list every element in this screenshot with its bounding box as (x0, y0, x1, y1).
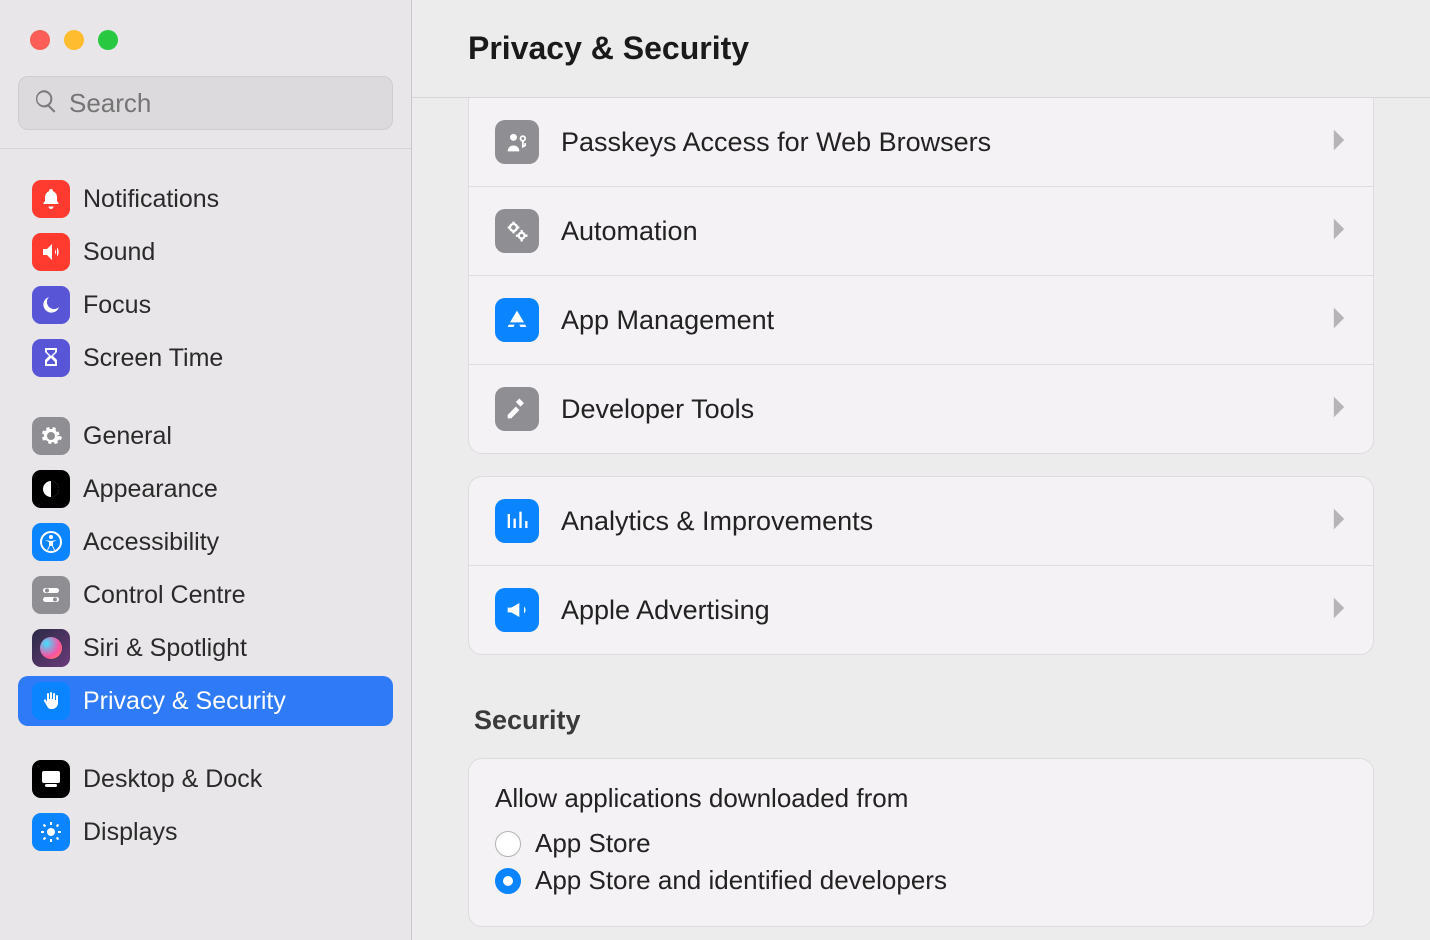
sidebar-item-label: Siri & Spotlight (83, 634, 247, 663)
sidebar-item-sound[interactable]: Sound (18, 227, 393, 277)
chart-icon (495, 499, 539, 543)
megaphone-icon (495, 588, 539, 632)
privacy-group-2: Analytics & Improvements Apple Advertisi… (468, 476, 1374, 655)
row-label: Passkeys Access for Web Browsers (561, 127, 1331, 158)
gears-icon (495, 209, 539, 253)
hand-icon (32, 682, 70, 720)
allow-from-block: Allow applications downloaded from App S… (469, 759, 1373, 926)
sidebar-item-label: Appearance (83, 475, 218, 504)
security-heading: Security (474, 705, 1374, 736)
dock-icon (32, 760, 70, 798)
chevron-right-icon (1331, 305, 1347, 336)
accessibility-icon (32, 523, 70, 561)
row-advertising[interactable]: Apple Advertising (469, 566, 1373, 654)
sidebar-nav: Notifications Sound Focus Screen Time (0, 149, 411, 940)
row-analytics[interactable]: Analytics & Improvements (469, 477, 1373, 566)
sidebar-item-privacy[interactable]: Privacy & Security (18, 676, 393, 726)
row-devtools[interactable]: Developer Tools (469, 365, 1373, 453)
security-allow-card: Allow applications downloaded from App S… (468, 758, 1374, 927)
sidebar-group-2: General Appearance Accessibility Control… (18, 411, 393, 726)
sidebar-item-label: Focus (83, 291, 151, 320)
radio-appstore[interactable]: App Store (495, 828, 1347, 859)
sidebar-item-label: Notifications (83, 185, 219, 214)
radio-appstore-identified[interactable]: App Store and identified developers (495, 865, 1347, 896)
moon-icon (32, 286, 70, 324)
chevron-right-icon (1331, 216, 1347, 247)
page-title: Privacy & Security (468, 30, 749, 67)
radio-label: App Store and identified developers (535, 865, 947, 896)
sidebar-item-general[interactable]: General (18, 411, 393, 461)
row-label: Developer Tools (561, 394, 1331, 425)
sidebar-item-accessibility[interactable]: Accessibility (18, 517, 393, 567)
radio-icon (495, 831, 521, 857)
minimize-button[interactable] (64, 30, 84, 50)
sidebar-item-desktop[interactable]: Desktop & Dock (18, 754, 393, 804)
close-button[interactable] (30, 30, 50, 50)
sidebar-item-label: General (83, 422, 172, 451)
sidebar-item-siri[interactable]: Siri & Spotlight (18, 623, 393, 673)
passkeys-icon (495, 120, 539, 164)
sidebar-group-3: Desktop & Dock Displays (18, 754, 393, 857)
search-icon (33, 88, 59, 119)
appstore-icon (495, 298, 539, 342)
gear-icon (32, 417, 70, 455)
sidebar-item-notifications[interactable]: Notifications (18, 174, 393, 224)
sidebar-item-appearance[interactable]: Appearance (18, 464, 393, 514)
speaker-icon (32, 233, 70, 271)
sidebar-item-label: Sound (83, 238, 155, 267)
chevron-right-icon (1331, 394, 1347, 425)
row-label: Analytics & Improvements (561, 506, 1331, 537)
sidebar-item-label: Accessibility (83, 528, 219, 557)
privacy-group-1: Passkeys Access for Web Browsers Automat… (468, 98, 1374, 454)
search-input[interactable] (69, 88, 378, 119)
row-passkeys[interactable]: Passkeys Access for Web Browsers (469, 98, 1373, 187)
sidebar-item-label: Privacy & Security (83, 687, 286, 716)
chevron-right-icon (1331, 127, 1347, 158)
chevron-right-icon (1331, 506, 1347, 537)
radio-icon (495, 868, 521, 894)
appearance-icon (32, 470, 70, 508)
content-scroll[interactable]: Passkeys Access for Web Browsers Automat… (412, 98, 1430, 940)
row-label: App Management (561, 305, 1331, 336)
bell-icon (32, 180, 70, 218)
row-label: Apple Advertising (561, 595, 1331, 626)
hammer-icon (495, 387, 539, 431)
sidebar-item-controlcentre[interactable]: Control Centre (18, 570, 393, 620)
search-wrap (0, 76, 411, 148)
window-controls (0, 0, 411, 76)
radio-label: App Store (535, 828, 651, 859)
sidebar-item-label: Control Centre (83, 581, 246, 610)
siri-icon (32, 629, 70, 667)
sidebar-item-label: Desktop & Dock (83, 765, 262, 794)
maximize-button[interactable] (98, 30, 118, 50)
hourglass-icon (32, 339, 70, 377)
sidebar-item-focus[interactable]: Focus (18, 280, 393, 330)
row-automation[interactable]: Automation (469, 187, 1373, 276)
search-box[interactable] (18, 76, 393, 130)
sidebar-item-label: Displays (83, 818, 177, 847)
sidebar: Notifications Sound Focus Screen Time (0, 0, 412, 940)
titlebar: Privacy & Security (412, 0, 1430, 98)
sun-icon (32, 813, 70, 851)
row-label: Automation (561, 216, 1331, 247)
sidebar-item-label: Screen Time (83, 344, 223, 373)
chevron-right-icon (1331, 595, 1347, 626)
main-content: Privacy & Security Passkeys Access for W… (412, 0, 1430, 940)
sidebar-item-screentime[interactable]: Screen Time (18, 333, 393, 383)
sidebar-item-displays[interactable]: Displays (18, 807, 393, 857)
sliders-icon (32, 576, 70, 614)
allow-from-title: Allow applications downloaded from (495, 783, 1347, 814)
sidebar-group-1: Notifications Sound Focus Screen Time (18, 174, 393, 383)
row-appmanagement[interactable]: App Management (469, 276, 1373, 365)
